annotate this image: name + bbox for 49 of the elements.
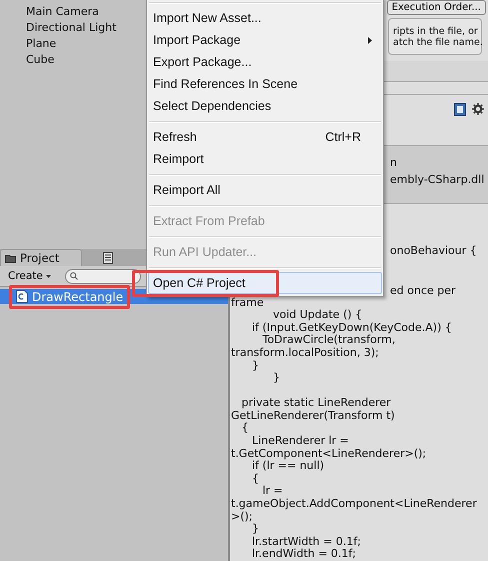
- code-line: {: [240, 422, 248, 436]
- submenu-arrow-icon: [368, 37, 372, 44]
- code-line: frame: [231, 296, 264, 310]
- tab-label: Project: [20, 251, 60, 265]
- folder-icon: [5, 254, 16, 262]
- code-line: }: [250, 523, 259, 536]
- code-line: if (Input.GetKeyDown(KeyCode.A)) {: [250, 322, 452, 334]
- code-line: LineRenderer lr =: [250, 435, 349, 448]
- code-line: }: [272, 372, 280, 385]
- code-line: if (lr == null): [252, 460, 324, 473]
- code-line: ed once per: [390, 284, 456, 297]
- code-line: {: [250, 472, 259, 486]
- menu-item[interactable]: Find References In Scene: [148, 73, 382, 95]
- search-field[interactable]: [64, 268, 141, 284]
- code-line: >();: [231, 510, 253, 524]
- code-line: t.GetComponent<LineRenderer>();: [231, 448, 426, 460]
- menu-item[interactable]: Import Package: [148, 29, 382, 51]
- help-book-icon[interactable]: [454, 102, 466, 116]
- menu-item[interactable]: Refresh Ctrl+R: [148, 126, 382, 148]
- menu-item[interactable]: Open C# Project: [148, 272, 382, 294]
- menu-item[interactable]: Export Package...: [148, 51, 382, 73]
- code-line: lr.endWidth = 0.1f;: [250, 548, 356, 561]
- gear-icon[interactable]: [472, 102, 484, 114]
- code-line: lr =: [261, 485, 283, 498]
- list-icon[interactable]: [103, 252, 113, 264]
- help-text: atch the file name.: [393, 36, 483, 48]
- menu-item[interactable]: Select Dependencies: [148, 95, 382, 117]
- asset-name: DrawRectangle: [32, 290, 124, 304]
- caret-icon: [46, 274, 51, 278]
- help-text: ripts in the file, or: [393, 26, 478, 37]
- menu-item[interactable]: Import New Asset...: [148, 7, 382, 29]
- search-icon: [70, 272, 78, 280]
- script-file-icon: [16, 290, 28, 303]
- code-line: onoBehaviour {: [390, 244, 477, 257]
- code-line: lr.startWidth = 0.1f;: [250, 536, 361, 548]
- code-line: void Update () {: [272, 309, 362, 322]
- menu-item[interactable]: Reimport All: [148, 179, 382, 201]
- code-line: ToDrawCircle(transform,: [261, 334, 396, 347]
- code-line: }: [250, 360, 259, 372]
- code-line: t.gameObject.AddComponent<LineRenderer: [231, 498, 477, 511]
- menu-item[interactable]: Reimport: [148, 148, 382, 170]
- execution-order-button[interactable]: Execution Order...: [386, 0, 486, 15]
- code-line: transform.localPosition, 3);: [231, 346, 379, 360]
- code-line: private static LineRenderer: [240, 397, 391, 410]
- info-text: embly-CSharp.dll: [390, 172, 484, 188]
- project-tab[interactable]: Project: [0, 249, 82, 266]
- info-text: n: [390, 155, 397, 172]
- create-button[interactable]: Create: [4, 270, 55, 282]
- code-line: GetLineRenderer(Transform t): [231, 410, 395, 422]
